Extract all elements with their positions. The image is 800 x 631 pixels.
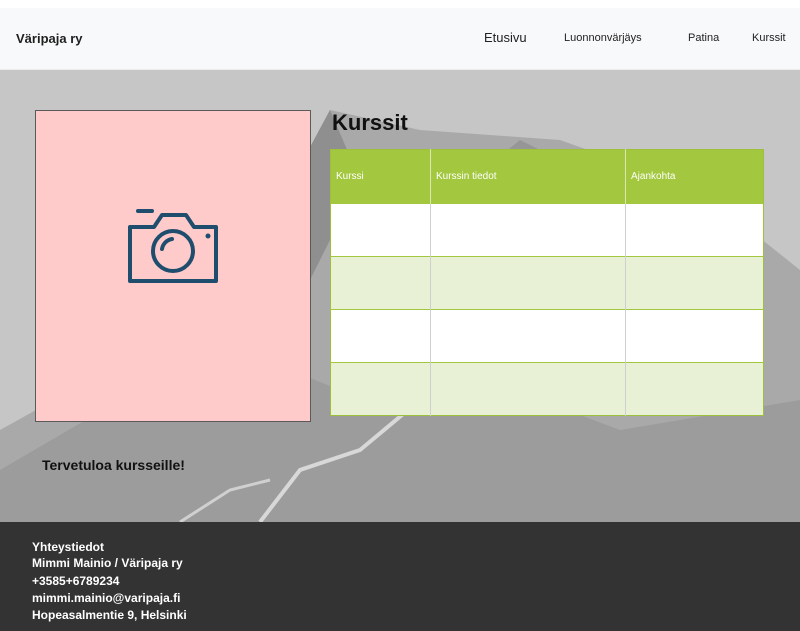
footer-heading: Yhteystiedot xyxy=(32,540,105,554)
camera-icon xyxy=(128,209,218,283)
nav-link-etusivu[interactable]: Etusivu xyxy=(484,30,527,45)
table-cell xyxy=(330,256,431,310)
table-cell xyxy=(625,203,764,257)
column-header-kurssin-tiedot: Kurssin tiedot xyxy=(430,149,626,204)
navbar: Väripaja ry Etusivu Luonnonvärjäys Patin… xyxy=(0,8,800,70)
table-row xyxy=(330,256,764,310)
brand-logo[interactable]: Väripaja ry xyxy=(16,31,83,46)
table-header-row: Kurssi Kurssin tiedot Ajankohta xyxy=(330,149,764,204)
nav-link-luonnonvarjays[interactable]: Luonnonvärjäys xyxy=(564,32,642,44)
table-cell xyxy=(430,203,626,257)
footer-contact-name: Mimmi Mainio / Väripaja ry xyxy=(32,556,183,570)
table-cell xyxy=(430,309,626,363)
hero-section: Kurssit Kurssi Kurssin tiedot Ajankohta xyxy=(0,70,800,522)
nav-link-patina[interactable]: Patina xyxy=(688,32,719,44)
table-cell xyxy=(625,362,764,416)
welcome-text: Tervetuloa kursseille! xyxy=(42,457,185,473)
nav-link-kurssit[interactable]: Kurssit xyxy=(752,32,786,44)
column-header-kurssi: Kurssi xyxy=(330,149,431,204)
table-cell xyxy=(625,309,764,363)
table-cell xyxy=(430,362,626,416)
table-cell xyxy=(625,256,764,310)
table-cell xyxy=(330,309,431,363)
table-cell xyxy=(330,362,431,416)
photo-placeholder xyxy=(35,110,311,422)
table-cell xyxy=(430,256,626,310)
courses-table: Kurssi Kurssin tiedot Ajankohta xyxy=(330,149,764,416)
table-row xyxy=(330,309,764,363)
footer-address: Hopeasalmentie 9, Helsinki xyxy=(32,608,187,622)
footer-phone: +3585+6789234 xyxy=(32,574,120,588)
column-header-ajankohta: Ajankohta xyxy=(625,149,764,204)
footer-email[interactable]: mimmi.mainio@varipaja.fi xyxy=(32,591,180,605)
courses-title: Kurssit xyxy=(332,110,408,135)
table-row xyxy=(330,203,764,257)
footer: Yhteystiedot Mimmi Mainio / Väripaja ry … xyxy=(0,522,800,631)
table-row xyxy=(330,362,764,416)
table-cell xyxy=(330,203,431,257)
